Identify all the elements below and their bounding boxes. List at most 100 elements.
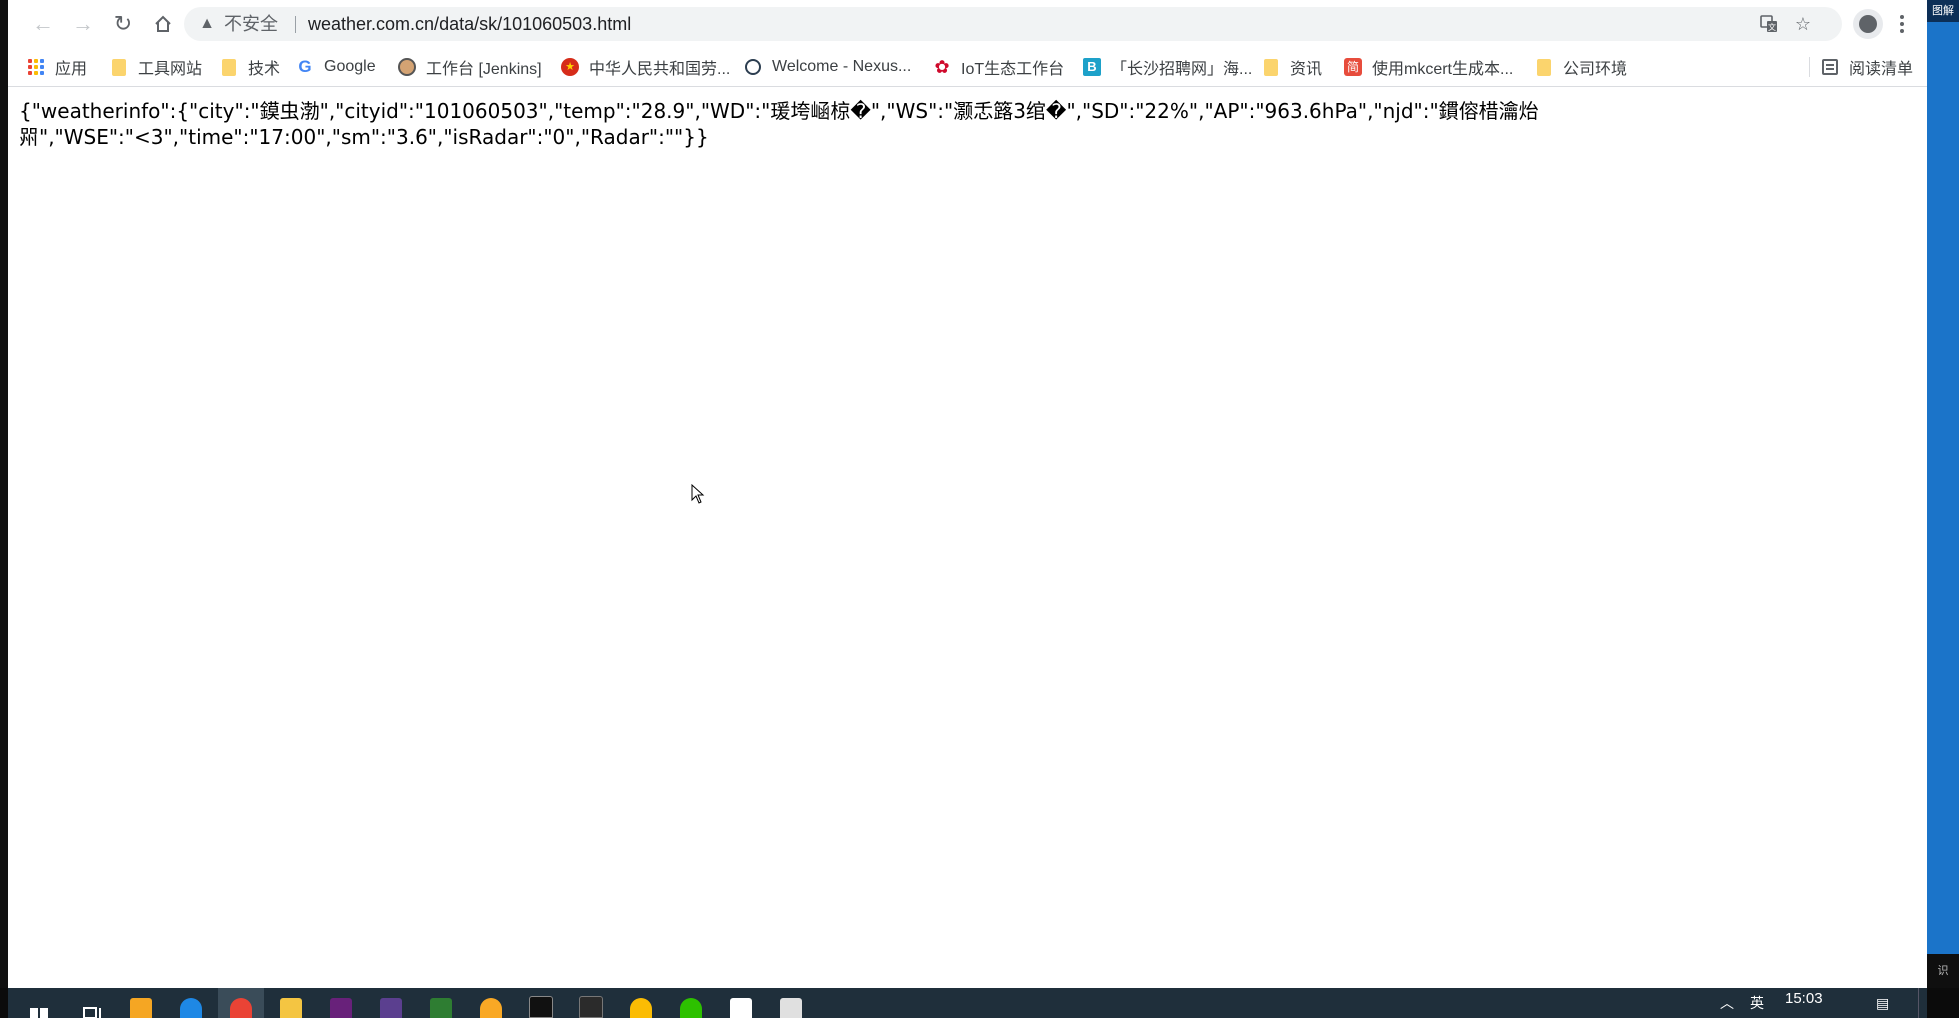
cmd-app-icon (529, 996, 553, 1018)
taskbar-app-editor[interactable] (418, 988, 464, 1018)
windows-taskbar: ︿ 英 15:03 ▤ (8, 988, 1927, 1018)
bookmark-folder-company[interactable]: 公司环境 (1535, 48, 1627, 86)
bookmark-label: 技术 (248, 61, 281, 78)
back-button[interactable]: ← (28, 9, 58, 39)
bookmark-nexus[interactable]: Welcome - Nexus... (744, 48, 911, 86)
person-icon (1859, 15, 1877, 33)
bookmark-label: 使用mkcert生成本... (1372, 61, 1514, 78)
visual-studio-icon (330, 998, 352, 1018)
powershell-app-icon (579, 996, 603, 1018)
taskbar-app-edge[interactable] (168, 988, 214, 1018)
tray-overflow-chevron-icon[interactable]: ︿ (1720, 988, 1734, 1018)
home-icon (155, 15, 171, 32)
bookmark-jenkins[interactable]: 工作台 [Jenkins] (398, 48, 542, 86)
browser-window: ← → ↻ ▲ 不安全 weather.com.cn/data/sk/10106… (8, 0, 1927, 988)
taskbar-app-visual-studio[interactable] (318, 988, 364, 1018)
bookmark-gov[interactable]: ★ 中华人民共和国劳... (561, 48, 730, 86)
editor-app-icon (430, 998, 452, 1018)
bookmark-label: 「长沙招聘网」海... (1111, 61, 1253, 78)
jenkins-icon (398, 58, 416, 76)
taskbar-app-terminal-purple[interactable] (368, 988, 414, 1018)
reload-button[interactable]: ↻ (108, 9, 138, 39)
bookmark-label: 中华人民共和国劳... (589, 61, 731, 78)
desktop-right-edge: 图解 识 (1927, 0, 1959, 988)
wechat-app-icon (680, 998, 702, 1018)
bookmark-folder-tech[interactable]: 技术 (220, 48, 280, 86)
bookmark-label: 工具网站 (138, 61, 203, 78)
bookmark-label: 公司环境 (1563, 61, 1628, 78)
translate-icon[interactable]: 文 (1756, 11, 1782, 37)
menu-dot-icon (1900, 15, 1904, 19)
taskbar-app-typora[interactable] (718, 988, 764, 1018)
typora-app-icon (730, 998, 752, 1018)
ime-indicator[interactable]: 英 (1750, 988, 1764, 1018)
page-content: {"weatherinfo":{"city":"鏌虫渤","cityid":"1… (8, 87, 1927, 988)
app-icon (480, 998, 502, 1018)
taskbar-clock[interactable]: 15:03 (1785, 988, 1823, 1010)
bookmark-label: Welcome - Nexus... (772, 58, 912, 75)
bookmark-star-icon[interactable]: ☆ (1790, 11, 1816, 37)
bookmarks-bar: 应用 工具网站 技术 G Google 工作台 [Jenkins] ★ 中华人民… (8, 48, 1927, 87)
sketch-app-icon (130, 998, 152, 1018)
taskbar-app-powershell[interactable] (568, 988, 614, 1018)
desktop-edge-label: 图解 (1927, 0, 1959, 22)
security-label[interactable]: 不安全 (224, 7, 278, 41)
bookmark-folder-news[interactable]: 资讯 (1262, 48, 1322, 86)
warning-icon[interactable]: ▲ (198, 14, 216, 34)
notification-center-icon[interactable]: ▤ (1876, 988, 1889, 1018)
taskbar-app-wechat[interactable] (668, 988, 714, 1018)
google-icon: G (298, 57, 312, 76)
bookmark-folder-tools[interactable]: 工具网站 (110, 48, 202, 86)
taskbar-app-yellow[interactable] (468, 988, 514, 1018)
folder-icon (1262, 58, 1280, 76)
bookmarks-divider (1809, 57, 1810, 77)
taskbar-app-cmd[interactable] (518, 988, 564, 1018)
bookmark-label: 资讯 (1290, 61, 1323, 78)
bookmark-google[interactable]: G Google (296, 48, 376, 86)
taskbar-app-sketch[interactable] (118, 988, 164, 1018)
bookmark-mkcert[interactable]: 简 使用mkcert生成本... (1344, 48, 1513, 86)
url-text[interactable]: weather.com.cn/data/sk/101060503.html (308, 7, 631, 41)
edge-app-icon (180, 998, 202, 1018)
profile-avatar[interactable] (1853, 9, 1883, 39)
address-bar[interactable]: ▲ 不安全 weather.com.cn/data/sk/101060503.h… (184, 7, 1842, 41)
bookmark-jobs[interactable]: B 「长沙招聘网」海... (1083, 48, 1252, 86)
task-view-button[interactable] (70, 988, 116, 1018)
folder-icon (1535, 58, 1553, 76)
browser-menu-button[interactable] (1890, 9, 1914, 39)
chrome-app-icon (630, 998, 652, 1018)
emblem-icon: ★ (561, 58, 579, 76)
reading-list-label: 阅读清单 (1849, 61, 1914, 78)
folder-icon (110, 58, 128, 76)
forward-button[interactable]: → (68, 9, 98, 39)
bookmark-iot[interactable]: ✿ IoT生态工作台 (933, 48, 1064, 86)
taskbar-app-converter[interactable] (768, 988, 814, 1018)
start-button[interactable] (16, 988, 62, 1018)
mouse-cursor-icon (691, 484, 705, 504)
taskbar-app-chrome-2[interactable] (618, 988, 664, 1018)
browser-toolbar: ← → ↻ ▲ 不安全 weather.com.cn/data/sk/10106… (8, 0, 1927, 48)
huawei-icon: ✿ (934, 56, 950, 77)
bookmark-apps[interactable]: 应用 (27, 48, 87, 86)
bookmark-label: 工作台 [Jenkins] (426, 61, 542, 78)
chrome-app-icon (230, 998, 252, 1018)
desktop-left-strip (0, 0, 8, 988)
show-desktop-divider[interactable] (1918, 988, 1919, 1018)
svg-text:文: 文 (1768, 22, 1776, 32)
taskbar-app-chrome-active[interactable] (218, 988, 264, 1018)
task-view-icon (83, 1007, 101, 1018)
folder-icon (220, 58, 238, 76)
bookmark-label: 应用 (55, 61, 88, 78)
folder-app-icon (280, 998, 302, 1018)
json-response-text: {"weatherinfo":{"city":"鏌虫渤","cityid":"1… (19, 99, 1539, 149)
b-logo-icon: B (1083, 58, 1101, 76)
home-button[interactable] (148, 9, 178, 39)
reading-list-icon (1821, 58, 1839, 76)
reading-list-button[interactable]: 阅读清单 (1821, 48, 1913, 86)
bookmark-label: Google (324, 58, 376, 75)
arrow-right-icon: → (72, 11, 94, 36)
taskbar-app-explorer[interactable] (268, 988, 314, 1018)
converter-app-icon (780, 998, 802, 1018)
omnibox-divider (295, 16, 296, 33)
desktop-edge-bottom-label: 识 (1927, 954, 1959, 988)
